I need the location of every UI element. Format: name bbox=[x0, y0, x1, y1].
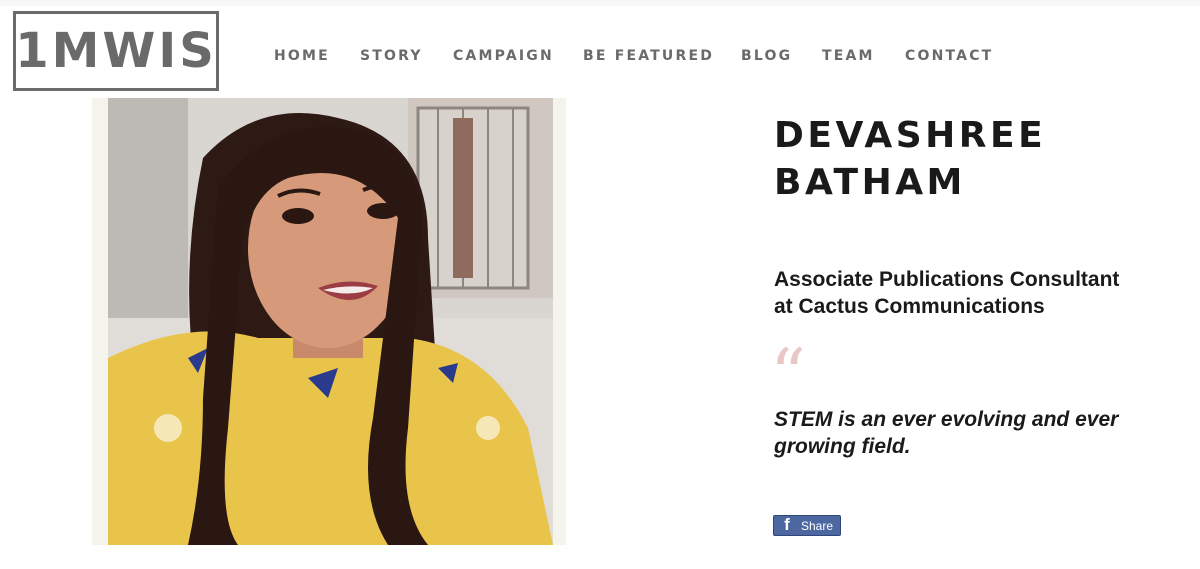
nav-home[interactable]: HOME bbox=[274, 48, 330, 64]
profile-photo bbox=[108, 98, 553, 545]
main-nav: HOME STORY CAMPAIGN BE FEATURED BLOG TEA… bbox=[0, 48, 1200, 68]
nav-campaign[interactable]: CAMPAIGN bbox=[453, 48, 554, 64]
quote-mark-icon: “ bbox=[770, 334, 806, 416]
share-label: Share bbox=[801, 518, 834, 533]
profile-name: DEVASHREE BATHAM bbox=[774, 112, 1154, 206]
profile-quote-line2: growing field. bbox=[774, 435, 911, 458]
profile-role-line1: Associate Publications Consultant bbox=[774, 268, 1120, 291]
top-strip bbox=[0, 0, 1200, 6]
nav-team[interactable]: TEAM bbox=[822, 48, 875, 64]
profile-name-line1: DEVASHREE bbox=[774, 115, 1047, 156]
nav-blog[interactable]: BLOG bbox=[741, 48, 792, 64]
profile-quote-line1: STEM is an ever evolving and ever bbox=[774, 408, 1119, 431]
profile-quote: STEM is an ever evolving and ever growin… bbox=[774, 406, 1174, 460]
nav-contact[interactable]: CONTACT bbox=[905, 48, 993, 64]
nav-be-featured[interactable]: BE FEATURED bbox=[583, 48, 714, 64]
profile-role: Associate Publications Consultant at Cac… bbox=[774, 266, 1174, 320]
facebook-icon: f bbox=[784, 515, 790, 534]
nav-story[interactable]: STORY bbox=[360, 48, 423, 64]
profile-role-line2: at Cactus Communications bbox=[774, 295, 1045, 318]
facebook-share-button[interactable]: f Share bbox=[773, 515, 841, 536]
profile-name-line2: BATHAM bbox=[774, 162, 966, 203]
